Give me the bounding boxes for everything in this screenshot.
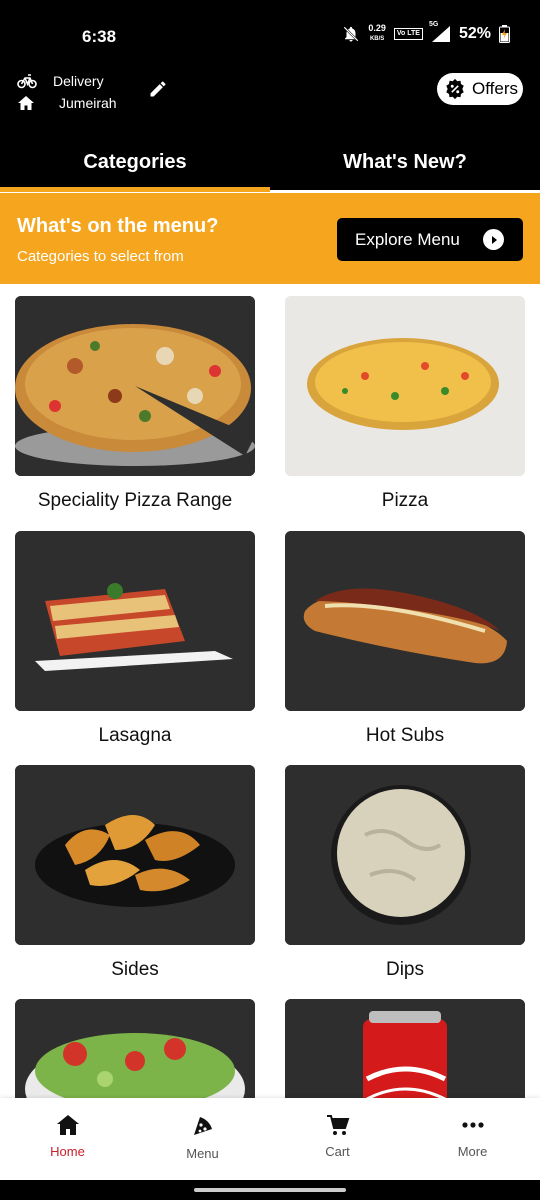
banner-subtitle: Categories to select from xyxy=(17,248,184,265)
location-row: Jumeirah xyxy=(17,92,117,114)
category-card-speciality-pizza[interactable]: Speciality Pizza Range xyxy=(15,296,255,512)
category-name: Dips xyxy=(385,959,424,980)
more-dots-icon xyxy=(461,1114,485,1136)
category-card-pizza[interactable]: Pizza xyxy=(285,296,525,512)
pizza-slice-icon xyxy=(191,1114,215,1138)
sub-image xyxy=(285,531,525,711)
lasagna-image xyxy=(15,531,255,711)
category-name: Pizza xyxy=(381,490,429,511)
gesture-navigation-bar xyxy=(0,1180,540,1200)
bicycle-icon xyxy=(17,73,37,89)
offers-label: Offers xyxy=(472,79,518,98)
cola-can-image xyxy=(285,999,525,1098)
nav-home[interactable]: Home xyxy=(0,1098,135,1180)
category-card-dips[interactable]: Dips xyxy=(285,765,525,981)
category-card-drinks[interactable] xyxy=(285,999,525,1098)
category-card-hot-subs[interactable]: Hot Subs xyxy=(285,531,525,747)
explore-menu-label: Explore Menu xyxy=(355,229,460,249)
location-label: Jumeirah xyxy=(59,95,117,111)
nav-more-label: More xyxy=(457,1144,488,1159)
battery-icon xyxy=(499,25,510,43)
menu-banner: What's on the menu? Categories to select… xyxy=(0,193,540,284)
category-card-salad[interactable] xyxy=(15,999,255,1098)
category-name: Lasagna xyxy=(98,725,172,746)
category-card-sides[interactable]: Sides xyxy=(15,765,255,981)
explore-menu-button[interactable]: Explore Menu xyxy=(337,218,523,261)
pizza-image xyxy=(15,296,255,476)
arrow-right-icon xyxy=(483,229,504,250)
battery-percent: 52% xyxy=(458,25,491,42)
mute-bell-icon xyxy=(342,25,360,43)
network-speed-unit: KB/S xyxy=(369,36,385,42)
cart-icon xyxy=(326,1114,350,1136)
nav-cart-label: Cart xyxy=(325,1144,350,1159)
nav-menu-label: Menu xyxy=(186,1146,219,1161)
tab-bar: Categories What's New? xyxy=(0,134,540,192)
banner-title: What's on the menu? xyxy=(17,215,219,237)
offers-button[interactable]: Offers xyxy=(437,73,523,105)
nav-more[interactable]: More xyxy=(405,1098,540,1180)
home-icon xyxy=(56,1114,80,1136)
edit-location-icon[interactable] xyxy=(147,78,169,100)
pizza-image xyxy=(285,296,525,476)
category-name: Sides xyxy=(111,959,159,980)
delivery-label: Delivery xyxy=(53,73,104,89)
status-bar: 6:38 0.29 KB/S Vo LTE 5G 52% xyxy=(0,0,540,60)
potato-wedges-image xyxy=(15,765,255,945)
status-time: 6:38 xyxy=(82,27,117,46)
gesture-handle[interactable] xyxy=(194,1188,346,1192)
app-header: Delivery Jumeirah Offers Categories What… xyxy=(0,60,540,192)
bottom-navigation: Home Menu Cart More xyxy=(0,1098,540,1180)
nav-home-label: Home xyxy=(50,1144,85,1159)
nav-menu[interactable]: Menu xyxy=(135,1098,270,1180)
delivery-location-selector[interactable]: Delivery Jumeirah xyxy=(17,70,117,114)
discount-badge-icon xyxy=(444,78,466,100)
signal-label: 5G xyxy=(428,21,439,28)
category-name: Hot Subs xyxy=(365,725,445,746)
category-grid: Speciality Pizza Range Pizza Lasagna Hot… xyxy=(0,284,540,1098)
category-card-lasagna[interactable]: Lasagna xyxy=(15,531,255,747)
volte-badge: Vo LTE xyxy=(393,28,423,40)
signal-icon: 5G xyxy=(429,21,451,43)
category-name: Speciality Pizza Range xyxy=(37,490,233,511)
nav-cart[interactable]: Cart xyxy=(270,1098,405,1180)
network-speed-value: 0.29 xyxy=(368,23,386,33)
salad-image xyxy=(15,999,255,1098)
status-icons: 0.29 KB/S Vo LTE 5G 52% xyxy=(342,21,510,44)
home-icon xyxy=(17,95,35,111)
delivery-row: Delivery xyxy=(17,70,117,92)
network-speed: 0.29 KB/S xyxy=(368,24,386,44)
dip-image xyxy=(285,765,525,945)
tab-categories[interactable]: Categories xyxy=(0,134,270,192)
tab-whats-new[interactable]: What's New? xyxy=(270,134,540,190)
